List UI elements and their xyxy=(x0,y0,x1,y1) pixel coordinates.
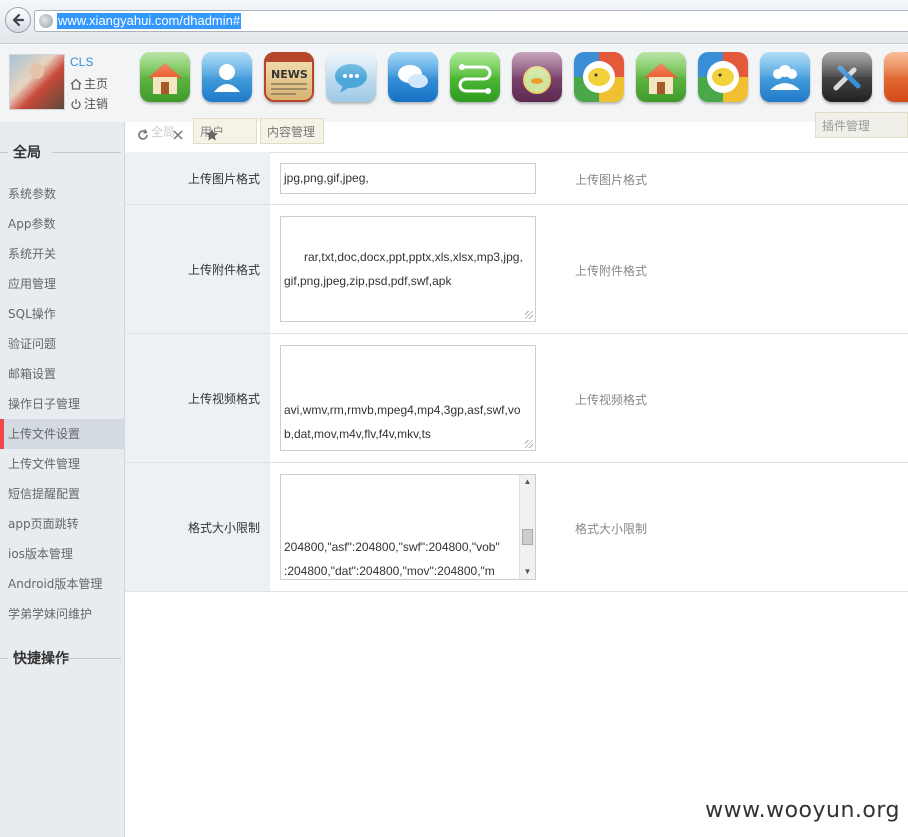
sidebar-item-system-params[interactable]: 系统参数 xyxy=(0,179,124,209)
app-toolbar: CLS 主页 注销 NEWS xyxy=(0,44,908,122)
sidebar-item-sql[interactable]: SQL操作 xyxy=(0,299,124,329)
size-limits-value: 204800,"asf":204800,"swf":204800,"vob" :… xyxy=(284,540,500,578)
attach-formats-value: rar,txt,doc,docx,ppt,pptx,xls,xlsx,mp3,j… xyxy=(284,250,523,288)
image-formats-hint: 上传图片格式 xyxy=(575,173,648,187)
back-button[interactable] xyxy=(5,7,31,33)
tooltip-row: 全局 用户 内容管理 插件管理 xyxy=(125,112,908,150)
speech-bubble-icon[interactable] xyxy=(326,52,376,102)
sidebar-item-upload-settings[interactable]: 上传文件设置 xyxy=(0,419,124,449)
tooltip-content-manage-label: 内容管理 xyxy=(267,125,316,139)
attach-formats-label: 上传附件格式 xyxy=(125,205,270,333)
logout-link[interactable]: 注销 xyxy=(70,95,108,112)
home-icon[interactable] xyxy=(140,52,190,102)
partial-icon[interactable] xyxy=(884,52,908,102)
size-limits-hint: 格式大小限制 xyxy=(575,522,648,536)
row-attach-formats: 上传附件格式 rar,txt,doc,docx,ppt,pptx,xls,xls… xyxy=(125,205,908,334)
user-icon[interactable] xyxy=(202,52,252,102)
sidebar-section-global: 全局 xyxy=(0,142,125,162)
globe-icon xyxy=(39,14,53,28)
video-formats-textarea[interactable]: avi,wmv,rm,rmvb,mpeg4,mp4,3gp,asf,swf,vo… xyxy=(280,345,536,451)
video-formats-hint: 上传视频格式 xyxy=(575,393,648,407)
sidebar-section-shortcuts: 快捷操作 xyxy=(0,648,125,668)
user-name[interactable]: CLS xyxy=(70,55,93,69)
sidebar-item-system-switch[interactable]: 系统开关 xyxy=(0,239,124,269)
flow-icon[interactable] xyxy=(450,52,500,102)
sidebar-item-app-page-jump[interactable]: app页面跳转 xyxy=(0,509,124,539)
home-link-label: 主页 xyxy=(84,77,109,91)
image-formats-input[interactable]: jpg,png,gif,jpeg, xyxy=(280,163,536,194)
sidebar-item-sms-config[interactable]: 短信提醒配置 xyxy=(0,479,124,509)
attach-formats-textarea[interactable]: rar,txt,doc,docx,ppt,pptx,xls,xlsx,mp3,j… xyxy=(280,216,536,322)
resize-grip-icon[interactable] xyxy=(525,311,533,319)
logout-link-label: 注销 xyxy=(84,97,109,111)
fishbowl-icon[interactable] xyxy=(512,52,562,102)
resize-grip-icon[interactable] xyxy=(525,440,533,448)
scroll-thumb[interactable] xyxy=(522,529,533,545)
sidebar-item-ios-version[interactable]: ios版本管理 xyxy=(0,539,124,569)
chat-icon[interactable] xyxy=(388,52,438,102)
scroll-up-icon[interactable]: ▲ xyxy=(520,475,535,489)
news-icon[interactable]: NEWS xyxy=(264,52,314,102)
sidebar-section-global-title: 全局 xyxy=(13,142,45,162)
elephant-icon[interactable] xyxy=(574,52,624,102)
video-formats-label: 上传视频格式 xyxy=(125,334,270,462)
sidebar-item-upload-manage[interactable]: 上传文件管理 xyxy=(0,449,124,479)
tooltip-plugin-manage-label: 插件管理 xyxy=(822,119,871,133)
sidebar-section-shortcuts-title: 快捷操作 xyxy=(13,648,73,668)
attach-formats-hint: 上传附件格式 xyxy=(575,264,648,278)
refresh-icon[interactable] xyxy=(136,128,150,142)
sidebar-item-android-version[interactable]: Android版本管理 xyxy=(0,569,124,599)
browser-address-bar: www.xiangyahui.com/dhadmin# xyxy=(0,0,908,44)
tools-icon[interactable] xyxy=(822,52,872,102)
sidebar-item-junior-maintain[interactable]: 学弟学妹问维护 xyxy=(0,599,124,629)
sidebar-item-verify-question[interactable]: 验证问题 xyxy=(0,329,124,359)
home-small-icon xyxy=(70,78,82,90)
close-icon[interactable] xyxy=(173,130,183,140)
size-limits-textarea[interactable]: 204800,"asf":204800,"swf":204800,"vob" :… xyxy=(280,474,536,580)
home-link[interactable]: 主页 xyxy=(70,75,108,92)
group-icon[interactable] xyxy=(760,52,810,102)
home-icon-2[interactable] xyxy=(636,52,686,102)
elephant-icon-2[interactable] xyxy=(698,52,748,102)
url-input[interactable]: www.xiangyahui.com/dhadmin# xyxy=(34,10,908,32)
textarea-scrollbar[interactable]: ▲ ▼ xyxy=(519,475,535,579)
back-arrow-icon xyxy=(12,13,25,27)
video-formats-value: avi,wmv,rm,rmvb,mpeg4,mp4,3gp,asf,swf,vo… xyxy=(284,403,521,441)
tooltip-global: 全局 xyxy=(151,125,176,139)
scroll-down-icon[interactable]: ▼ xyxy=(520,565,535,579)
watermark: www.wooyun.org xyxy=(705,798,900,823)
row-image-formats: 上传图片格式 jpg,png,gif,jpeg, 上传图片格式 xyxy=(125,152,908,205)
tooltip-plugin-manage: 插件管理 xyxy=(815,112,908,138)
avatar[interactable] xyxy=(9,54,65,110)
tooltip-content-manage: 内容管理 xyxy=(260,118,324,144)
sidebar-item-app-manage[interactable]: 应用管理 xyxy=(0,269,124,299)
sidebar-item-app-params[interactable]: App参数 xyxy=(0,209,124,239)
size-limits-label: 格式大小限制 xyxy=(125,463,270,591)
url-text: www.xiangyahui.com/dhadmin# xyxy=(57,13,242,29)
sidebar-item-operation-log[interactable]: 操作日子管理 xyxy=(0,389,124,419)
tooltip-user: 用户 xyxy=(193,118,257,144)
star-icon[interactable] xyxy=(205,128,219,142)
sidebar-item-mail-settings[interactable]: 邮箱设置 xyxy=(0,359,124,389)
row-size-limits: 格式大小限制 204800,"asf":204800,"swf":204800,… xyxy=(125,463,908,592)
svg-text:NEWS: NEWS xyxy=(271,68,308,81)
image-formats-label: 上传图片格式 xyxy=(125,152,270,204)
sidebar: 全局 系统参数 App参数 系统开关 应用管理 SQL操作 验证问题 邮箱设置 … xyxy=(0,122,125,837)
row-video-formats: 上传视频格式 avi,wmv,rm,rmvb,mpeg4,mp4,3gp,asf… xyxy=(125,334,908,463)
power-icon xyxy=(71,98,81,109)
